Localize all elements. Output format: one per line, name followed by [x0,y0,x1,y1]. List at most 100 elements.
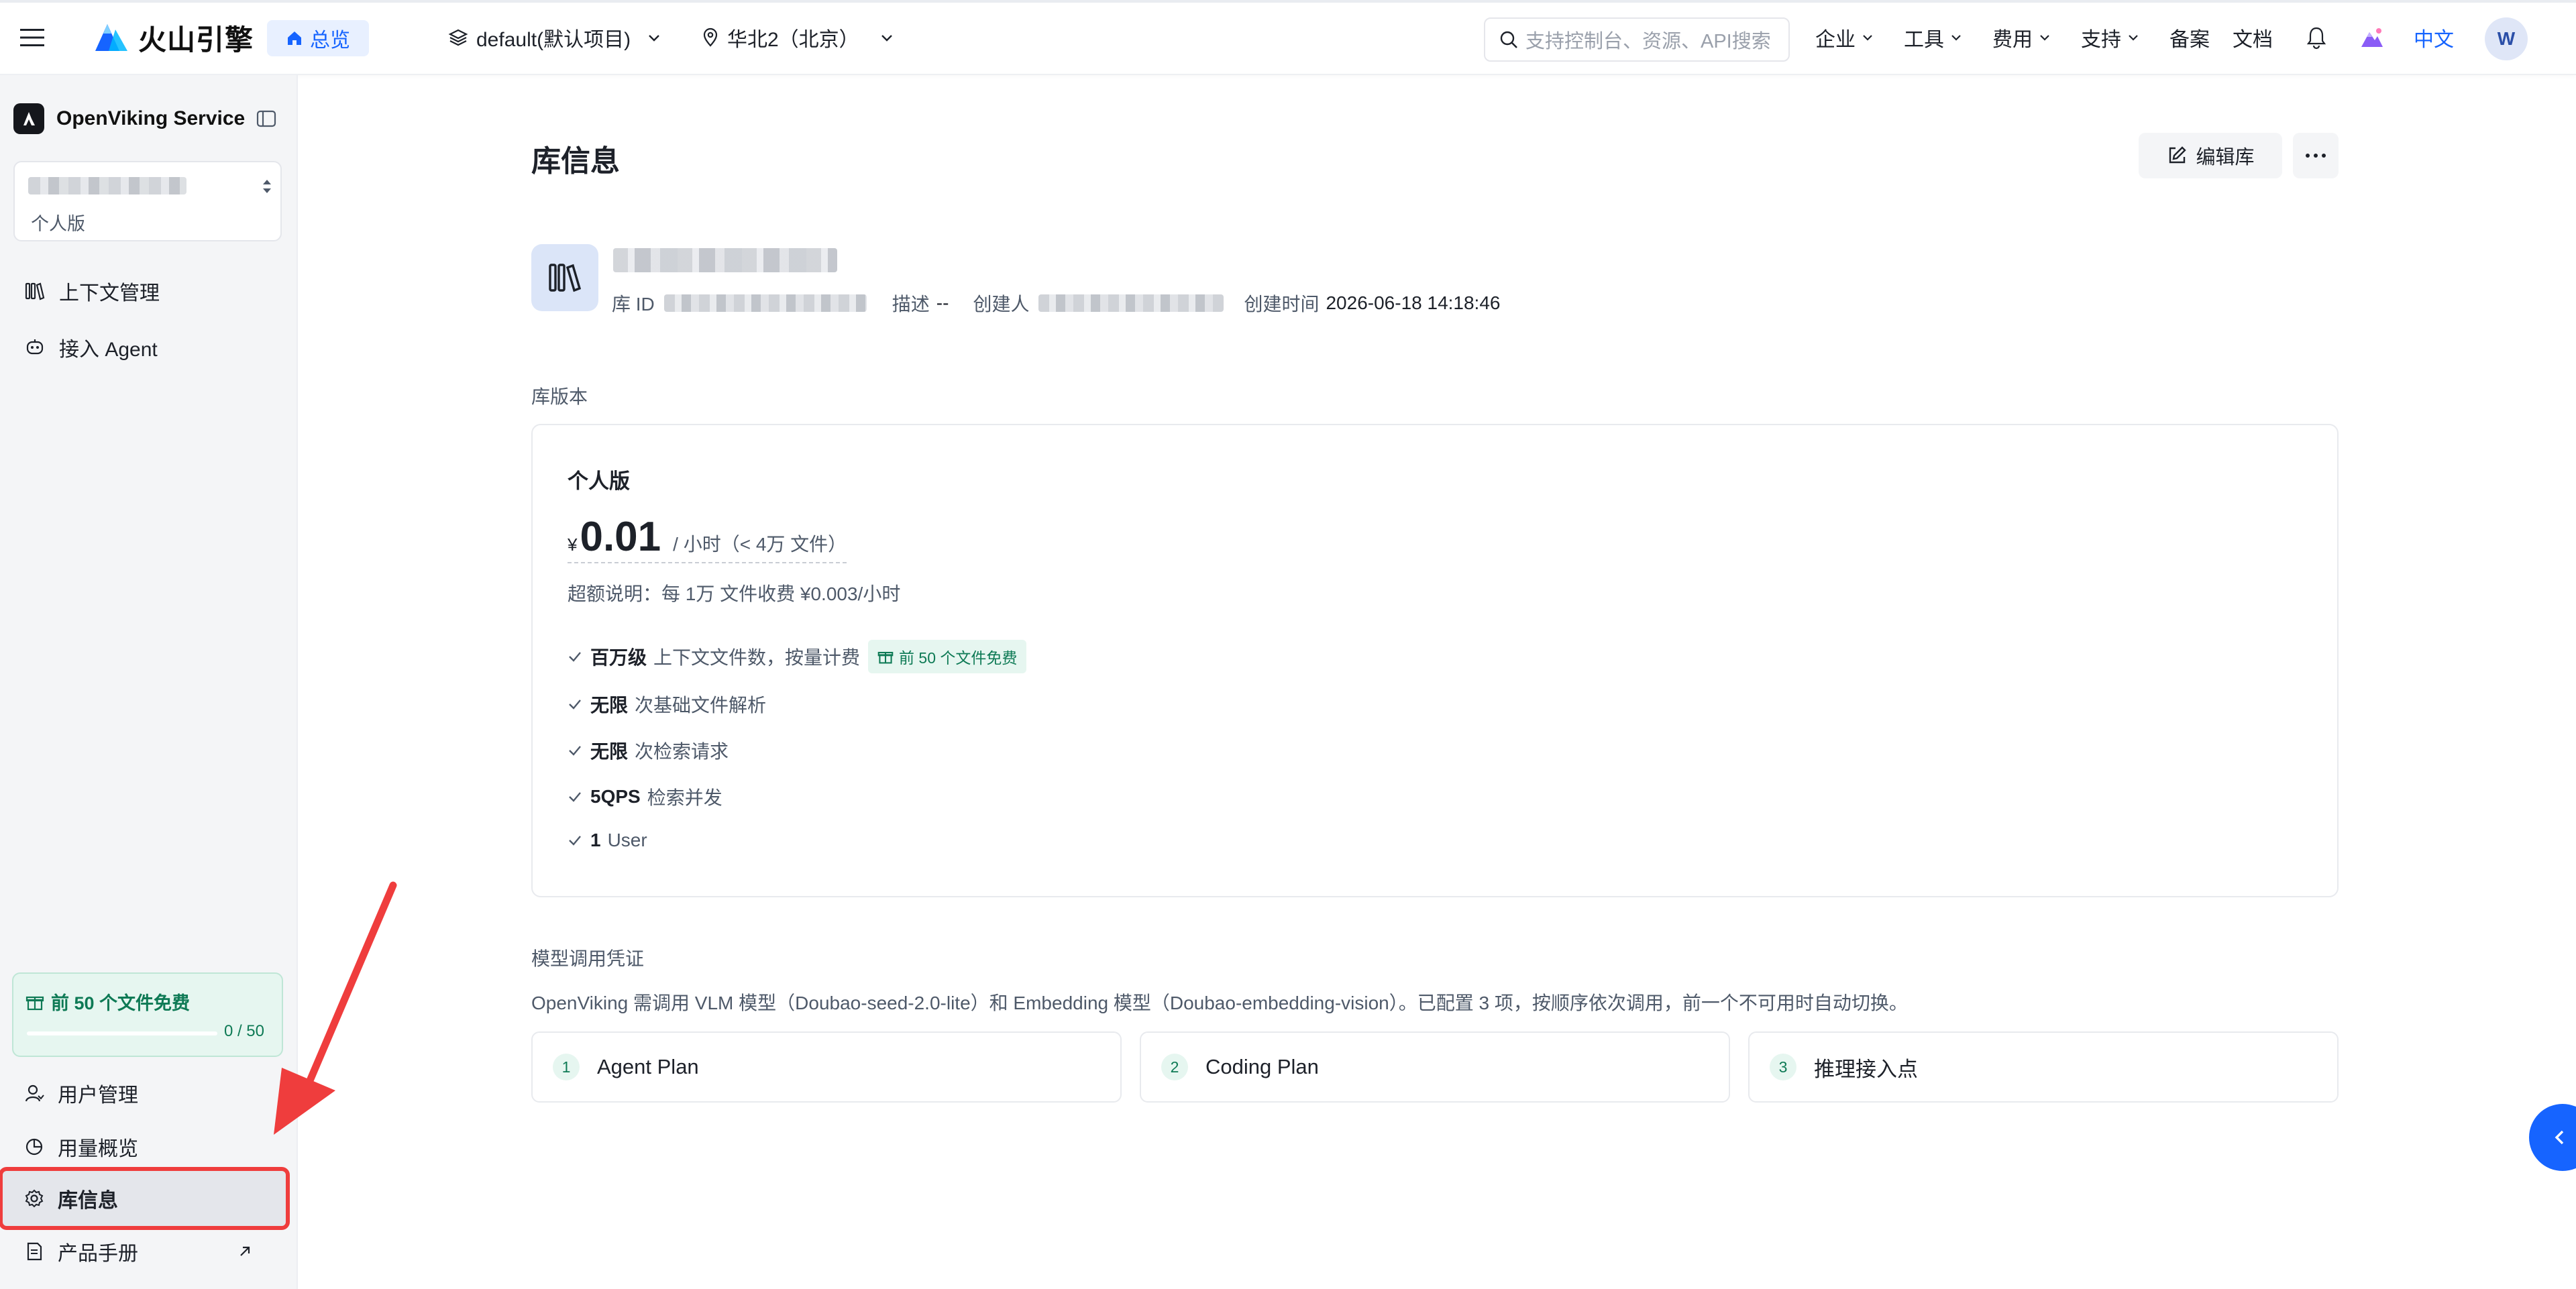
sidebar: OpenViking Service 个人版 上下文管理 接入 Agent 前 … [0,75,298,1289]
credential-label: 推理接入点 [1814,1057,1918,1081]
feature-text: 次检索请求 [635,741,729,762]
brand-logo[interactable]: 火山引擎 [94,0,254,75]
search-input[interactable]: 支持控制台、资源、API搜索 [1484,17,1790,62]
nav-support-label: 支持 [2081,29,2121,51]
avatar[interactable]: W [2485,17,2528,60]
search-placeholder: 支持控制台、资源、API搜索 [1525,31,1771,52]
more-icon [2306,154,2326,158]
description-label: 描述 [892,294,930,315]
description-value: -- [936,292,949,313]
plan-feature: 1 User [568,830,647,851]
service-logo-icon [13,103,44,134]
home-icon [288,32,301,45]
external-link-icon [240,1246,250,1256]
overview-button[interactable]: 总览 [267,20,369,56]
credential-card-inference-endpoint[interactable]: 3 推理接入点 [1748,1031,2339,1103]
library-avatar [531,244,598,311]
sidebar-item-library-info[interactable]: 库信息 [0,1167,290,1230]
sidebar-item-usage[interactable]: 用量概览 [13,1123,284,1171]
sidebar-item-context[interactable]: 上下文管理 [13,267,284,315]
region-name: 华北2（北京） [727,29,859,51]
free-quota-progress [27,1031,217,1035]
page-title: 库信息 [531,145,620,178]
project-selector[interactable]: default(默认项目) [448,0,661,75]
service-name: OpenViking Service [56,107,246,129]
free-quota-count: 0 / 50 [223,1022,264,1040]
overview-label: 总览 [310,30,350,52]
price-amount: 0.01 [580,514,661,560]
sidebar-item-label: 用量概览 [58,1138,138,1160]
feature-highlight: 1 [590,830,601,850]
check-icon [569,836,581,846]
edition-section-label: 库版本 [531,386,588,407]
sidebar-item-label: 接入 Agent [59,339,158,361]
ai-assistant-icon[interactable] [2359,25,2385,53]
nav-docs[interactable]: 文档 [2233,0,2273,75]
plan-feature: 无限 次检索请求 [568,737,729,764]
menu-icon[interactable] [19,0,52,75]
main-content: 库信息 编辑库 库 ID 描述 -- 创建人 创建时间 2026-06-18 1… [298,75,2576,1289]
sidebar-item-label: 库信息 [58,1190,118,1212]
doc-icon [27,1242,42,1261]
credential-order: 1 [553,1054,580,1080]
plan-price: ¥ 0.01 / 小时（< 4万 文件） [568,516,847,563]
feature-highlight: 百万级 [590,647,647,668]
nav-enterprise-label: 企业 [1815,29,1856,51]
edit-library-label: 编辑库 [2196,147,2255,168]
layers-icon [448,29,468,46]
sort-icon [263,180,271,193]
plan-feature: 无限 次基础文件解析 [568,691,766,718]
volcano-logo-icon [95,24,127,51]
free-quota-card[interactable]: 前 50 个文件免费 0 / 50 [12,972,283,1057]
nav-enterprise[interactable]: 企业 [1815,0,1874,75]
overage-note: 超额说明：每 1万 文件收费 ¥0.003/小时 [568,583,901,604]
plan-feature: 百万级 上下文文件数，按量计费 前 50 个文件免费 [568,640,1027,673]
credential-order: 2 [1161,1054,1188,1080]
top-bar: 火山引擎 总览 default(默认项目) 华北2（北京） 支持控制台、资源、A… [0,0,2576,75]
sidebar-item-label: 用户管理 [58,1084,138,1107]
free-files-tag: 前 50 个文件免费 [868,640,1027,673]
library-id-redacted [663,294,867,312]
user-icon [25,1084,44,1102]
language-label: 中文 [2414,29,2454,51]
chevron-down-icon [649,35,659,42]
chevron-down-icon [2129,35,2138,41]
nav-docs-label: 文档 [2233,29,2273,51]
price-unit: / 小时（< 4万 文件） [673,534,847,555]
created-time-value: 2026-06-18 14:18:46 [1326,292,1501,313]
free-quota-label: 前 50 个文件免费 [51,993,191,1013]
sidebar-item-users[interactable]: 用户管理 [13,1069,284,1117]
check-icon [569,652,581,662]
more-actions-button[interactable] [2293,133,2339,178]
nav-filing[interactable]: 备案 [2169,0,2210,75]
free-quota-title: 前 50 个文件免费 [25,989,190,1015]
credential-order: 3 [1770,1054,1796,1080]
gift-icon [877,651,894,664]
edit-library-button[interactable]: 编辑库 [2139,133,2282,178]
language-switch[interactable]: 中文 [2414,0,2454,75]
sidebar-item-manual[interactable]: 产品手册 [13,1227,284,1276]
sidebar-item-agent[interactable]: 接入 Agent [13,323,284,372]
creator-label: 创建人 [973,294,1030,315]
nav-support[interactable]: 支持 [2081,0,2140,75]
library-icon [25,282,45,300]
feature-highlight: 无限 [590,741,629,762]
library-meta: 库 ID 描述 -- 创建人 创建时间 2026-06-18 14:18:46 [612,290,1500,317]
library-icon [549,264,582,292]
bell-icon[interactable] [2305,25,2328,53]
region-selector[interactable]: 华北2（北京） [702,0,894,75]
credential-card-agent-plan[interactable]: 1 Agent Plan [531,1031,1122,1103]
nav-tools[interactable]: 工具 [1904,0,1963,75]
plan-card: 个人版 ¥ 0.01 / 小时（< 4万 文件） 超额说明：每 1万 文件收费 … [531,424,2339,897]
credential-card-coding-plan[interactable]: 2 Coding Plan [1140,1031,1730,1103]
feature-text: User [607,830,647,850]
search-icon [1500,31,1517,48]
nav-billing[interactable]: 费用 [1992,0,2051,75]
gift-icon [25,996,44,1010]
collapse-sidebar-icon[interactable] [256,110,276,131]
feature-highlight: 无限 [590,695,629,716]
free-files-tag-label: 前 50 个文件免费 [899,649,1018,667]
chevron-down-icon [2040,35,2049,41]
workspace-selector[interactable]: 个人版 [13,161,282,241]
feature-text: 检索并发 [647,787,722,808]
